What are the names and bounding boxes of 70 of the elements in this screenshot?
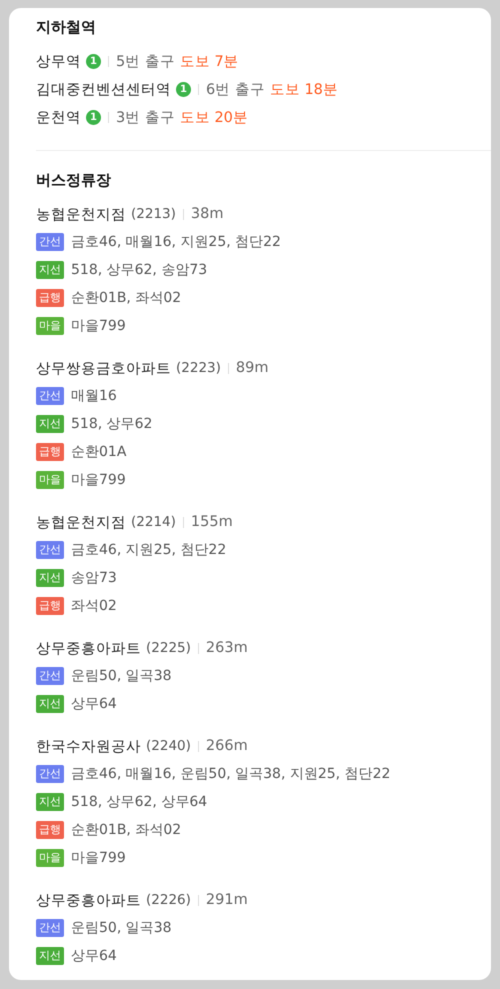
bus-numbers: 마을799 — [71, 317, 126, 335]
route-type-badge: 지선 — [36, 695, 64, 713]
bus-numbers: 518, 상무62, 송암73 — [71, 261, 208, 279]
bus-numbers: 금호46, 매월16, 지원25, 첨단22 — [71, 233, 281, 251]
bus-numbers: 송암73 — [71, 569, 117, 587]
route-type-badge: 간선 — [36, 667, 64, 685]
route-type-badge: 간선 — [36, 541, 64, 559]
walk-time: 도보 20분 — [180, 108, 248, 126]
stop-code: (2226) — [146, 892, 191, 908]
line-badge: 1 — [86, 110, 101, 124]
stop-distance: 89m — [236, 360, 268, 376]
route-type-badge: 급행 — [36, 443, 64, 461]
bus-numbers: 운림50, 일곡38 — [71, 667, 172, 685]
stop-name[interactable]: 상무쌍용금호아파트 — [36, 358, 171, 378]
bus-numbers: 마을799 — [71, 471, 126, 489]
route-type-badge: 마을 — [36, 317, 64, 335]
stop-code: (2214) — [131, 514, 176, 530]
bus-numbers: 518, 상무62, 상무64 — [71, 793, 208, 811]
bus-numbers: 상무64 — [71, 695, 117, 713]
route-type-badge: 간선 — [36, 919, 64, 937]
stop-distance: 155m — [190, 514, 233, 530]
bus-numbers: 운림50, 일곡38 — [71, 919, 172, 937]
stop-distance: 291m — [206, 892, 248, 908]
route-type-badge: 간선 — [36, 233, 64, 251]
stop-code: (2213) — [131, 206, 176, 222]
station-name[interactable]: 김대중컨벤션센터역 — [36, 80, 171, 98]
walk-time: 도보 7분 — [180, 52, 239, 70]
stop-name[interactable]: 상무중흥아파트 — [36, 638, 141, 658]
line-badge: 1 — [86, 54, 101, 68]
bus-numbers: 매월16 — [71, 387, 117, 405]
section-title: 버스정류장 — [36, 171, 112, 190]
bus-numbers: 금호46, 지원25, 첨단22 — [71, 541, 226, 559]
route-type-badge: 급행 — [36, 289, 64, 307]
stop-name[interactable]: 한국수자원공사 — [36, 736, 141, 756]
stop-distance: 38m — [190, 206, 224, 222]
route-type-badge: 간선 — [36, 765, 64, 783]
route-type-badge: 급행 — [36, 597, 64, 615]
station-name[interactable]: 운천역 — [36, 108, 81, 126]
bus-numbers: 순환01B, 좌석02 — [71, 821, 182, 839]
section-title: 지하철역 — [36, 18, 97, 37]
stop-distance: 266m — [206, 738, 248, 754]
walk-time: 도보 18분 — [270, 80, 338, 98]
bus-numbers: 518, 상무62 — [71, 415, 152, 433]
bus-numbers: 순환01A — [71, 443, 126, 461]
line-badge: 1 — [176, 82, 191, 96]
route-type-badge: 간선 — [36, 387, 64, 405]
bus-numbers: 마을799 — [71, 849, 126, 867]
station-name[interactable]: 상무역 — [36, 52, 81, 70]
stop-code: (2240) — [146, 738, 191, 754]
exit-text: 6번 출구 — [206, 80, 265, 98]
bus-numbers: 금호46, 매월16, 운림50, 일곡38, 지원25, 첨단22 — [71, 765, 390, 783]
stop-name[interactable]: 상무중흥아파트 — [36, 890, 141, 910]
stop-distance: 263m — [206, 640, 248, 656]
route-type-badge: 마을 — [36, 471, 64, 489]
stop-name[interactable]: 농협운천지점 — [36, 512, 126, 532]
exit-text: 5번 출구 — [116, 52, 175, 70]
stop-code: (2225) — [146, 640, 191, 656]
stop-name[interactable]: 농협운천지점 — [36, 204, 126, 224]
route-type-badge: 지선 — [36, 793, 64, 811]
bus-numbers: 상무64 — [71, 947, 117, 965]
route-type-badge: 마을 — [36, 849, 64, 867]
route-type-badge: 지선 — [36, 261, 64, 279]
route-type-badge: 지선 — [36, 415, 64, 433]
route-type-badge: 지선 — [36, 569, 64, 587]
stop-code: (2223) — [176, 360, 221, 376]
route-type-badge: 지선 — [36, 947, 64, 965]
exit-text: 3번 출구 — [116, 108, 175, 126]
bus-numbers: 순환01B, 좌석02 — [71, 289, 182, 307]
bus-numbers: 좌석02 — [71, 597, 117, 615]
route-type-badge: 급행 — [36, 821, 64, 839]
